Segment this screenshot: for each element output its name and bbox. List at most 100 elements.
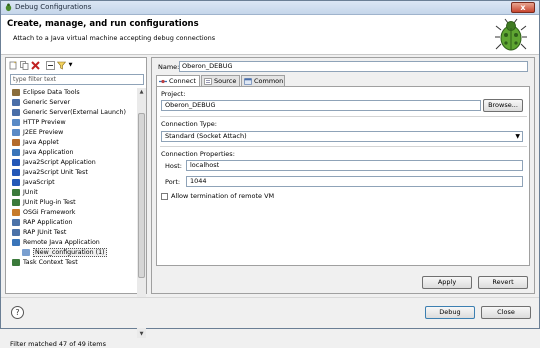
tree-item[interactable]: J2EE Preview	[8, 128, 136, 137]
connect-icon	[159, 79, 167, 84]
junit-icon	[12, 189, 20, 196]
filter-icon[interactable]	[56, 61, 67, 70]
scroll-thumb[interactable]	[138, 113, 145, 278]
applet-icon	[12, 139, 20, 146]
debug-button[interactable]: Debug	[425, 306, 475, 319]
help-icon[interactable]: ?	[11, 306, 24, 319]
rap-test-icon	[12, 229, 20, 236]
remote-java-icon	[12, 239, 20, 246]
tree-item[interactable]: JUnit	[8, 188, 136, 197]
tree-item[interactable]: New_configuration (1)	[8, 248, 136, 257]
debug-bug-icon	[495, 18, 527, 51]
delete-icon[interactable]	[31, 61, 40, 70]
tree-item-label: RAP Application	[23, 219, 73, 226]
tree-item-label: J2EE Preview	[23, 129, 64, 136]
project-group: Project:	[161, 90, 527, 98]
rap-icon	[12, 219, 20, 226]
duplicate-icon[interactable]	[20, 61, 29, 70]
tree-item-label: Task Context Test	[23, 259, 78, 266]
tree-item[interactable]: JUnit Plug-in Test	[8, 198, 136, 207]
filter-input[interactable]: type filter text	[10, 74, 144, 85]
common-icon	[244, 78, 252, 85]
tab-connect-label: Connect	[169, 77, 196, 85]
j2s-test-icon	[12, 169, 20, 176]
dropdown-arrow-icon[interactable]: ▼	[66, 61, 75, 70]
tree-item[interactable]: Task Context Test	[8, 258, 136, 267]
new-config-icon[interactable]: *	[9, 61, 18, 70]
separator	[160, 146, 527, 147]
editor-tabs: Connect Source Common	[156, 75, 356, 87]
connection-type-select[interactable]: Standard (Socket Attach) ▼	[161, 131, 523, 142]
tree-item[interactable]: Java2Script Application	[8, 158, 136, 167]
browse-button[interactable]: Browse...	[483, 99, 523, 112]
close-button[interactable]: Close	[481, 306, 531, 319]
http-icon	[12, 119, 20, 126]
tab-common[interactable]: Common	[241, 75, 285, 86]
apply-button[interactable]: Apply	[422, 276, 472, 289]
tab-source[interactable]: Source	[201, 75, 240, 86]
chevron-down-icon: ▼	[515, 133, 520, 140]
tree-item[interactable]: Java Application	[8, 148, 136, 157]
tree-item-label: New_configuration (1)	[33, 248, 107, 257]
scroll-down-icon[interactable]: ▼	[137, 330, 146, 338]
title-bar: Debug Configurations x	[1, 1, 539, 15]
j2s-icon	[12, 159, 20, 166]
tree-item[interactable]: JavaScript	[8, 178, 136, 187]
configuration-tree: Eclipse Data Tools Generic Server Generic …	[8, 88, 136, 304]
tree-item[interactable]: RAP Application	[8, 218, 136, 227]
allow-termination-label: Allow termination of remote VM	[171, 192, 275, 200]
tree-item-label: JavaScript	[23, 179, 55, 186]
connection-properties-label: Connection Properties:	[161, 150, 235, 158]
header-title: Create, manage, and run configurations	[7, 19, 199, 29]
host-label: Host:	[165, 162, 182, 170]
tree-item[interactable]: Java2Script Unit Test	[8, 168, 136, 177]
port-input[interactable]: 1044	[186, 176, 523, 187]
scroll-up-icon[interactable]: ▲	[137, 88, 146, 96]
project-label: Project:	[161, 90, 186, 98]
name-label: Name:	[158, 63, 180, 71]
osgi-icon	[12, 209, 20, 216]
allow-termination-checkbox[interactable]	[161, 193, 168, 200]
connect-tab-body: Project: Oberon_DEBUG Browse... Connecti…	[156, 86, 530, 266]
tree-item-label: Eclipse Data Tools	[23, 89, 80, 96]
source-icon	[204, 78, 212, 85]
server-icon	[12, 109, 20, 116]
host-input[interactable]: localhost	[186, 160, 523, 171]
header-subtitle: Attach to a Java virtual machine accepti…	[13, 34, 216, 42]
tree-item-label: RAP JUnit Test	[23, 229, 67, 236]
tree-item[interactable]: Java Applet	[8, 138, 136, 147]
filter-status: Filter matched 47 of 49 items	[10, 340, 106, 348]
j2ee-icon	[12, 129, 20, 136]
tree-item[interactable]: OSGi Framework	[8, 208, 136, 217]
tree-item-label: Remote Java Application	[23, 239, 100, 246]
tab-common-label: Common	[254, 77, 284, 85]
tree-item[interactable]: HTTP Preview	[8, 118, 136, 127]
tree-item-label: HTTP Preview	[23, 119, 66, 126]
tree-item[interactable]: RAP JUnit Test	[8, 228, 136, 237]
separator	[160, 116, 527, 117]
tree-item[interactable]: Generic Server	[8, 98, 136, 107]
connection-type-group: Connection Type:	[161, 120, 527, 128]
javascript-icon	[12, 179, 20, 186]
revert-button[interactable]: Revert	[478, 276, 528, 289]
tree-item-label: Generic Server(External Launch)	[23, 109, 126, 116]
collapse-all-icon[interactable]	[46, 61, 55, 70]
tree-item[interactable]: Eclipse Data Tools	[8, 88, 136, 97]
window-title: Debug Configurations	[15, 3, 92, 11]
tree-item[interactable]: Generic Server(External Launch)	[8, 108, 136, 117]
connection-type-value: Standard (Socket Attach)	[165, 132, 247, 140]
tree-item-label: Java2Script Application	[23, 159, 96, 166]
tree-item-label: OSGi Framework	[23, 209, 76, 216]
port-label: Port:	[165, 178, 181, 186]
task-test-icon	[12, 259, 20, 266]
tree-item-label: Java2Script Unit Test	[23, 169, 88, 176]
name-input[interactable]: Oberon_DEBUG	[179, 61, 528, 72]
close-window-button[interactable]: x	[511, 2, 535, 13]
project-input[interactable]: Oberon_DEBUG	[161, 100, 481, 111]
debug-configurations-window: Debug Configurations x Create, manage, a…	[0, 0, 540, 348]
tree-item-label: Java Application	[23, 149, 74, 156]
tree-toolbar: * ▼	[8, 60, 146, 72]
tree-item-label: Generic Server	[23, 99, 71, 106]
tree-item-label: Java Applet	[23, 139, 59, 146]
tree-item[interactable]: Remote Java Application	[8, 238, 136, 247]
